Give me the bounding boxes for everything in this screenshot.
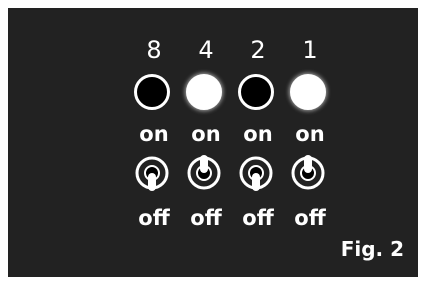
- off-label: off: [138, 206, 170, 230]
- binary-switch-panel: 8 on off 4 on off 2 on off 1 on off Fig.…: [8, 8, 418, 277]
- toggle-switch[interactable]: [290, 155, 326, 191]
- toggle-switch[interactable]: [134, 155, 170, 191]
- bit-value-label: 8: [146, 36, 162, 64]
- indicator-light: [134, 74, 170, 110]
- bit-value-label: 2: [250, 36, 266, 64]
- on-label: on: [295, 122, 325, 146]
- indicator-light: [290, 74, 326, 110]
- indicator-light: [238, 74, 274, 110]
- on-label: on: [139, 122, 169, 146]
- off-label: off: [242, 206, 274, 230]
- bit-column-1: 1 on off: [284, 8, 336, 277]
- bit-column-4: 4 on off: [180, 8, 232, 277]
- off-label: off: [294, 206, 326, 230]
- on-label: on: [243, 122, 273, 146]
- figure-caption: Fig. 2: [340, 237, 404, 261]
- bit-column-8: 8 on off: [128, 8, 180, 277]
- on-label: on: [191, 122, 221, 146]
- toggle-switch[interactable]: [238, 155, 274, 191]
- indicator-light: [186, 74, 222, 110]
- bit-value-label: 1: [302, 36, 318, 64]
- bit-value-label: 4: [198, 36, 214, 64]
- toggle-switch[interactable]: [186, 155, 222, 191]
- off-label: off: [190, 206, 222, 230]
- bit-column-2: 2 on off: [232, 8, 284, 277]
